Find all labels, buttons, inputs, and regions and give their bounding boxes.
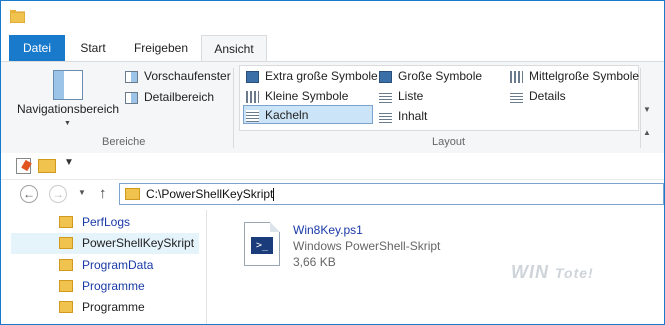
nav-item-label: Programme [82, 279, 145, 293]
tab-start[interactable]: Start [65, 35, 121, 61]
file-type: Windows PowerShell-Skript [293, 239, 441, 253]
folder-icon [10, 10, 25, 23]
recent-locations-icon[interactable]: ▼ [78, 188, 86, 197]
nav-item-label: PerfLogs [82, 215, 131, 229]
gallery-scroll-up-icon[interactable]: ▲ [642, 128, 652, 142]
folder-icon [125, 188, 140, 200]
list-icon [379, 90, 392, 103]
file-list: >_ Win8Key.ps1 Windows PowerShell-Skript… [207, 210, 664, 324]
large-icons-icon [379, 70, 392, 83]
explorer-window: Datei Start Freigeben Ansicht Navigation… [0, 0, 665, 325]
layout-item-label: Liste [398, 89, 424, 103]
detailbereich-label: Detailbereich [144, 90, 215, 104]
folder-icon [59, 259, 73, 271]
vorschaufenster-button[interactable]: Vorschaufenster [125, 67, 231, 85]
layout-inhalt[interactable]: Inhalt [379, 107, 427, 125]
layout-item-label: Inhalt [398, 109, 428, 123]
wintotal-watermark: WIN Tote! [511, 262, 594, 282]
navigationsbereich-label: Navigationsbereich [17, 102, 120, 116]
details-icon [510, 90, 523, 103]
layout-item-label: Extra große Symbole [265, 69, 378, 83]
navigation-pane: PerfLogs PowerShellKeySkript ProgramData… [1, 210, 207, 324]
preview-pane-icon [125, 70, 138, 83]
powershell-script-icon[interactable]: >_ [244, 222, 280, 266]
layout-item-label: Mittelgroße Symbole [529, 69, 640, 83]
vorschaufenster-label: Vorschaufenster [144, 69, 231, 83]
tab-freigeben[interactable]: Freigeben [121, 35, 201, 61]
properties-icon[interactable] [16, 158, 31, 174]
title-bar [1, 1, 664, 35]
group-separator [233, 68, 234, 148]
nav-item-programdata[interactable]: ProgramData [11, 255, 199, 276]
layout-mittelgrosse-symbole[interactable]: Mittelgroße Symbole [510, 67, 639, 85]
up-icon[interactable]: ↑ [99, 185, 107, 202]
medium-icons-icon [510, 70, 523, 83]
address-path[interactable]: C:\PowerShellKeySkript [146, 187, 275, 202]
chevron-down-icon: ▼ [64, 120, 71, 127]
new-folder-icon[interactable] [38, 159, 56, 173]
group-label-layout: Layout [432, 136, 466, 148]
group-label-bereiche: Bereiche [102, 136, 146, 148]
tiles-icon [246, 109, 259, 122]
nav-item-label: Programme [82, 300, 145, 314]
tab-datei[interactable]: Datei [9, 35, 65, 61]
forward-icon[interactable]: → [49, 185, 67, 203]
address-row: ← → ▼ ↑ C:\PowerShellKeySkript [1, 179, 664, 210]
powershell-prompt-icon: >_ [251, 237, 273, 254]
nav-item-programme[interactable]: Programme [11, 297, 199, 318]
layout-item-label: Kleine Symbole [265, 89, 349, 103]
tab-ansicht[interactable]: Ansicht [201, 35, 267, 61]
folder-icon [59, 237, 73, 249]
folder-icon [59, 280, 73, 292]
address-bar[interactable]: C:\PowerShellKeySkript [119, 183, 664, 205]
layout-details[interactable]: Details [510, 87, 566, 105]
text-cursor [273, 188, 275, 202]
nav-item-label: PowerShellKeySkript [82, 236, 195, 250]
customize-toolbar-icon[interactable]: ▼ [64, 157, 74, 168]
layout-item-label: Kacheln [265, 108, 309, 122]
layout-liste[interactable]: Liste [379, 87, 423, 105]
nav-item-powershellkeyskript[interactable]: PowerShellKeySkript [11, 233, 199, 254]
layout-item-label: Details [529, 89, 566, 103]
nav-item-label: ProgramData [82, 258, 154, 272]
layout-kacheln[interactable]: Kacheln [246, 106, 308, 124]
folder-icon [59, 301, 73, 313]
gallery-scroll-down-icon[interactable]: ▼ [642, 105, 652, 119]
layout-kleine-symbole[interactable]: Kleine Symbole [246, 87, 348, 105]
navigationsbereich-button[interactable]: Navigationsbereich ▼ [17, 66, 120, 127]
ribbon-tabs: Datei Start Freigeben Ansicht [1, 35, 664, 61]
navigation-pane-icon [53, 70, 83, 100]
nav-item-perflogs[interactable]: PerfLogs [11, 212, 199, 233]
layout-item-label: Große Symbole [398, 69, 483, 83]
layout-extra-grosse-symbole[interactable]: Extra große Symbole [246, 67, 378, 85]
file-size: 3,66 KB [293, 255, 336, 269]
content-icon [379, 110, 392, 123]
folder-icon [59, 216, 73, 228]
file-name[interactable]: Win8Key.ps1 [293, 223, 363, 237]
details-pane-icon [125, 91, 138, 104]
layout-grosse-symbole[interactable]: Große Symbole [379, 67, 482, 85]
nav-item-programme-x86[interactable]: Programme [11, 276, 199, 297]
detailbereich-button[interactable]: Detailbereich [125, 88, 214, 106]
group-separator [640, 68, 641, 148]
small-icons-icon [246, 90, 259, 103]
back-icon[interactable]: ← [20, 185, 38, 203]
extra-large-icons-icon [246, 70, 259, 83]
quick-access-toolbar: ▼ [1, 153, 664, 179]
